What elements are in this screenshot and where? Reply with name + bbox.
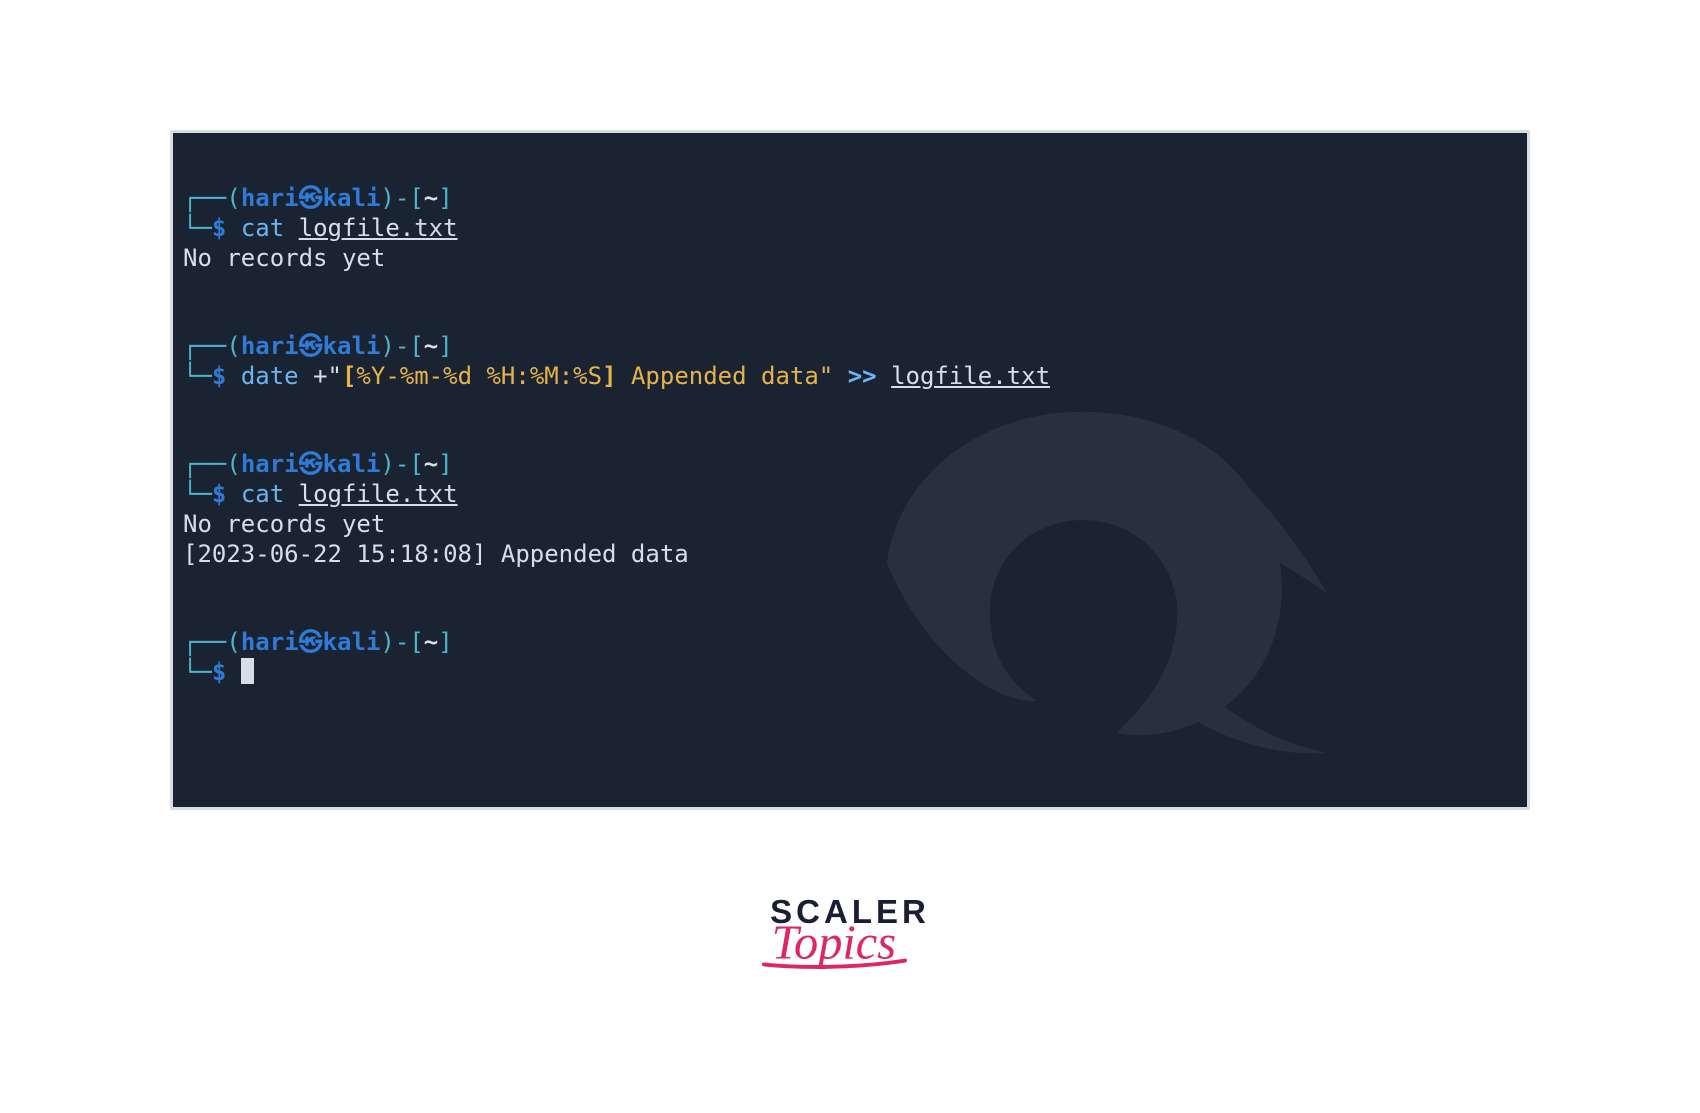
command-text: cat — [241, 214, 284, 242]
command-block-3: ┌──(hari㉿kali)-[~] └─$ cat logfile.txt N… — [183, 449, 1517, 569]
skull-icon: ㉿ — [299, 184, 323, 212]
command-block-1: ┌──(hari㉿kali)-[~] └─$ cat logfile.txt N… — [183, 183, 1517, 273]
terminal-window[interactable]: ┌──(hari㉿kali)-[~] └─$ cat logfile.txt N… — [170, 130, 1530, 810]
output-line: [2023-06-22 15:18:08] Appended data — [183, 540, 689, 568]
prompt-user: hari — [241, 184, 299, 212]
page: ┌──(hari㉿kali)-[~] └─$ cat logfile.txt N… — [0, 0, 1700, 1113]
prompt-idle: ┌──(hari㉿kali)-[~] └─$ — [183, 627, 1517, 687]
prompt-host: kali — [323, 184, 381, 212]
skull-icon: ㉿ — [299, 450, 323, 478]
file-arg: logfile.txt — [891, 362, 1050, 390]
command-text: cat — [241, 480, 284, 508]
logo-bottom-text: Topics — [772, 918, 896, 970]
output-line: No records yet — [183, 244, 385, 272]
date-format: %Y-%m-%d %H:%M:%S — [356, 362, 602, 390]
file-arg: logfile.txt — [299, 214, 458, 242]
prompt-cwd: ~ — [424, 184, 438, 212]
file-arg: logfile.txt — [299, 480, 458, 508]
terminal-body[interactable]: ┌──(hari㉿kali)-[~] └─$ cat logfile.txt N… — [173, 133, 1527, 785]
command-text: date — [241, 362, 299, 390]
scaler-topics-logo: SCALER Topics — [766, 895, 934, 976]
logo-bottom-script: Topics — [760, 918, 934, 976]
prompt-dollar: $ — [212, 214, 226, 242]
skull-icon: ㉿ — [299, 332, 323, 360]
redirect-operator: >> — [848, 362, 877, 390]
cursor — [241, 658, 254, 684]
command-block-2: ┌──(hari㉿kali)-[~] └─$ date +"[%Y-%m-%d … — [183, 331, 1517, 391]
output-line: No records yet — [183, 510, 385, 538]
skull-icon: ㉿ — [299, 628, 323, 656]
